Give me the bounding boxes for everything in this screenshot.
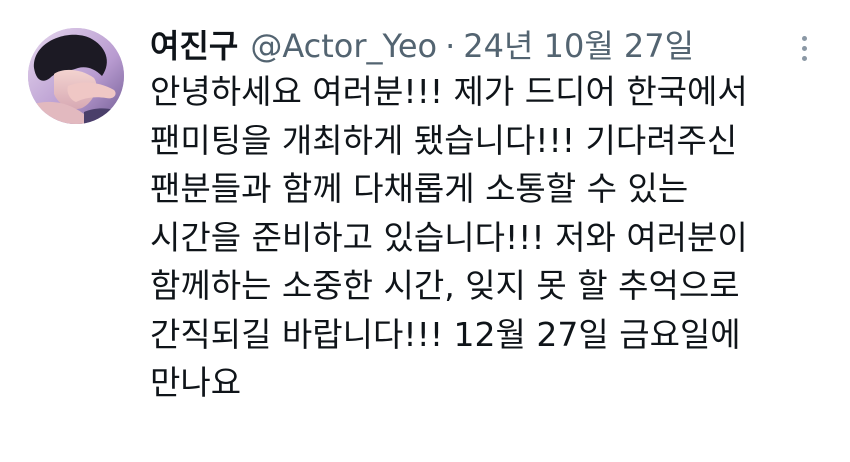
tweet-text-line: 팬분들과 함께 다채롭게 소통할 수 있는 — [150, 169, 689, 208]
tweet-text-line: 팬미팅을 개최하게 됐습니다!!! 기다려주신 — [150, 120, 738, 160]
tweet-text-line: 시간을 준비하고 있습니다!!! 저와 여러분이 — [150, 217, 748, 257]
tweet-text-line: 안녕하세요 여러분!!! 제가 드디어 한국에서 — [150, 72, 748, 111]
tweet-text-line: 만나요 — [150, 363, 242, 402]
user-handle[interactable]: @Actor_Yeo — [250, 24, 437, 68]
tweet-text-line: 간직되길 바랍니다!!! 12월 27일 금요일에 — [150, 314, 741, 354]
more-dot — [801, 45, 807, 51]
separator-dot: · — [445, 27, 456, 65]
tweet[interactable]: 여진구 @Actor_Yeo · 24년 10월 27일 안녕하세요 여러분!!… — [0, 0, 850, 462]
tweet-text-line: 함께하는 소중한 시간, 잊지 못 할 추억으로 — [150, 266, 740, 305]
avatar[interactable] — [28, 28, 124, 124]
tweet-date[interactable]: 24년 10월 27일 — [463, 24, 694, 68]
more-dot — [801, 35, 807, 41]
display-name[interactable]: 여진구 — [150, 24, 238, 68]
more-dot — [801, 55, 807, 61]
profile-photo-image — [28, 28, 124, 124]
tweet-header: 여진구 @Actor_Yeo · 24년 10월 27일 — [150, 24, 694, 68]
tweet-text: 안녕하세요 여러분!!! 제가 드디어 한국에서 팬미팅을 개최하게 됐습니다!… — [150, 68, 830, 408]
vertical-ellipsis-icon[interactable] — [792, 28, 816, 68]
